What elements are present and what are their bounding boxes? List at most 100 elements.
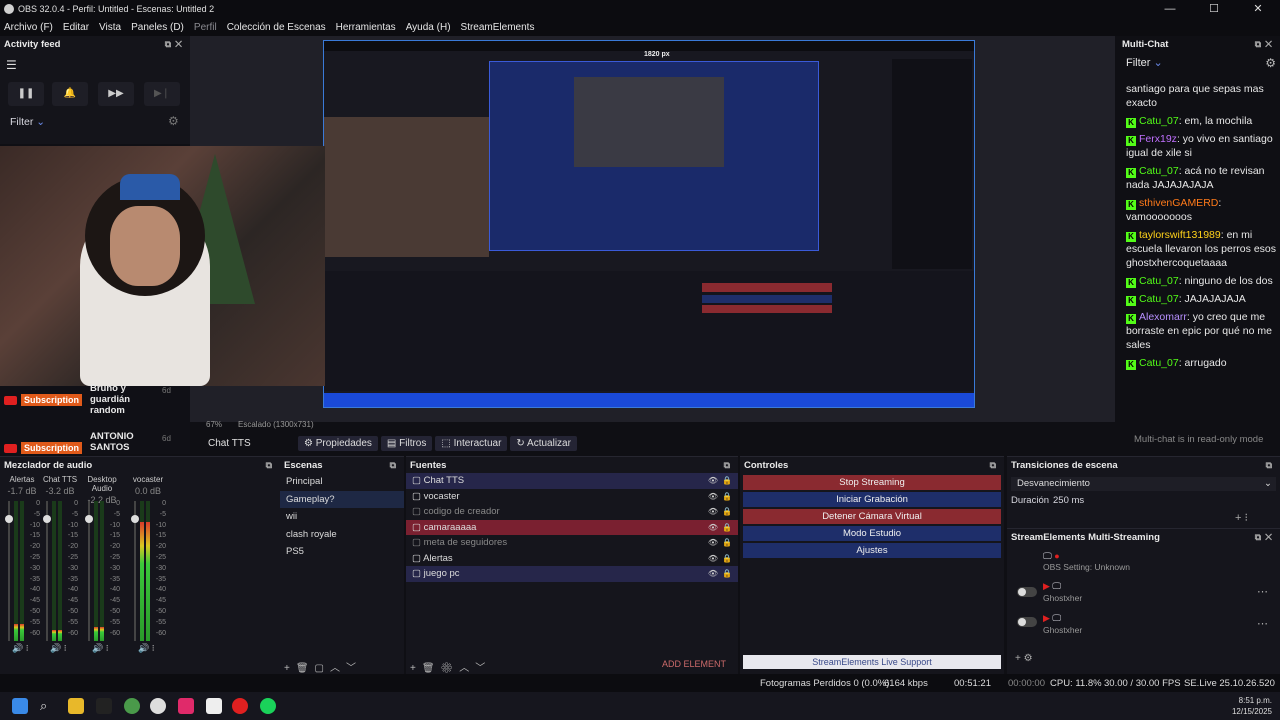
refresh-button[interactable]: ↻ Actualizar: [510, 435, 577, 451]
system-clock[interactable]: 8:51 p.m. 12/15/2025: [1232, 695, 1272, 717]
pause-button[interactable]: ❚❚: [8, 82, 44, 106]
search-icon[interactable]: ⌕: [40, 698, 56, 714]
transition-add-icon[interactable]: + ⁝: [1235, 511, 1248, 524]
menu-ayuda[interactable]: Ayuda (H): [406, 22, 451, 33]
add-element-button[interactable]: ADD ELEMENT: [662, 659, 726, 669]
scene-item[interactable]: clash royale: [280, 526, 404, 544]
dropped-frames: Fotogramas Perdidos 0 (0.0%): [760, 678, 890, 689]
visibility-icon[interactable]: 👁: [708, 535, 718, 551]
more-icon[interactable]: ⋯: [1257, 585, 1268, 598]
visibility-icon[interactable]: 👁: [708, 473, 718, 489]
scene-item[interactable]: Gameplay?: [280, 490, 404, 508]
maximize-button[interactable]: ☐: [1192, 0, 1236, 18]
lock-icon[interactable]: 🔒: [722, 504, 732, 520]
tiktok-icon[interactable]: [178, 698, 194, 714]
menu-vista[interactable]: Vista: [99, 22, 121, 33]
properties-button[interactable]: ⚙ Propiedades: [298, 435, 378, 451]
menu-paneles[interactable]: Paneles (D): [131, 22, 184, 33]
transition-select[interactable]: Desvanecimiento ⌄: [1011, 477, 1276, 491]
stream-toggle[interactable]: [1017, 617, 1037, 627]
hamburger-menu-icon[interactable]: ☰: [6, 58, 17, 72]
scale-label: Escalado (1300x731): [238, 420, 314, 429]
source-item[interactable]: ▢ meta de seguidores 👁 🔒: [406, 535, 738, 551]
stream-toggle[interactable]: [1017, 587, 1037, 597]
lock-icon[interactable]: 🔒: [722, 489, 732, 505]
control-button[interactable]: Iniciar Grabación: [743, 492, 1001, 507]
scene-item[interactable]: Principal: [280, 473, 404, 491]
channel-mute-icon[interactable]: 🔊 ⁝: [92, 643, 109, 654]
lock-icon[interactable]: 🔒: [722, 535, 732, 551]
fader-knob[interactable]: [85, 515, 93, 523]
lock-icon[interactable]: 🔒: [722, 520, 732, 536]
duration-field[interactable]: 250 ms: [1053, 495, 1084, 506]
scene-item[interactable]: wii: [280, 508, 404, 526]
app-icon[interactable]: [232, 698, 248, 714]
close-button[interactable]: ✕: [1236, 0, 1280, 18]
dock-controls-icon[interactable]: ⧉: [390, 460, 400, 471]
dock-controls-icon[interactable]: ⧉: [266, 460, 276, 471]
source-item[interactable]: ▢ Alertas 👁 🔒: [406, 551, 738, 567]
app-icon[interactable]: [96, 698, 112, 714]
source-item[interactable]: ▢ Chat TTS 👁 🔒: [406, 473, 738, 489]
dock-controls-icon[interactable]: ⧉✕: [1255, 39, 1276, 50]
display-capture[interactable]: 1820 px: [323, 40, 975, 408]
interact-button[interactable]: ⬚ Interactuar: [435, 435, 508, 451]
visibility-icon[interactable]: 👁: [708, 551, 718, 567]
menu-archivo[interactable]: Archivo (F): [4, 22, 53, 33]
dock-controls-icon[interactable]: ⧉: [1266, 460, 1276, 471]
obs-icon[interactable]: [150, 698, 166, 714]
source-name: Alertas: [423, 552, 453, 564]
file-explorer-icon[interactable]: [68, 698, 84, 714]
multistream-add-icon[interactable]: + ⚙: [1015, 653, 1033, 664]
dock-controls-icon[interactable]: ⧉✕: [1255, 532, 1276, 543]
fader-knob[interactable]: [131, 515, 139, 523]
menu-coleccion[interactable]: Colección de Escenas: [227, 22, 326, 33]
windows-start-icon[interactable]: [12, 698, 28, 714]
dock-controls-icon[interactable]: ⧉: [990, 460, 1000, 471]
menu-streamelements[interactable]: StreamElements: [461, 22, 535, 33]
scene-item[interactable]: PS5: [280, 543, 404, 561]
minimize-button[interactable]: —: [1148, 0, 1192, 18]
scene-toolbar[interactable]: +🗑▢︿﹀: [284, 659, 362, 674]
source-item[interactable]: ▢ juego pc 👁 🔒: [406, 566, 738, 582]
lock-icon[interactable]: 🔒: [722, 473, 732, 489]
live-support-button[interactable]: StreamElements Live Support: [743, 655, 1001, 669]
app-icon[interactable]: [206, 698, 222, 714]
visibility-icon[interactable]: 👁: [708, 520, 718, 536]
gear-icon[interactable]: ⚙: [1265, 56, 1276, 70]
control-button[interactable]: Stop Streaming: [743, 475, 1001, 490]
source-item[interactable]: ▢ codigo de creador 👁 🔒: [406, 504, 738, 520]
channel-mute-icon[interactable]: 🔊 ⁝: [12, 643, 29, 654]
control-button[interactable]: Ajustes: [743, 543, 1001, 558]
skip-button[interactable]: ▶▶: [98, 82, 134, 106]
filters-button[interactable]: ▤ Filtros: [380, 435, 433, 451]
bell-icon[interactable]: 🔔: [52, 82, 88, 106]
visibility-icon[interactable]: 👁: [708, 566, 718, 582]
volume-meter: [94, 501, 98, 641]
source-item[interactable]: ▢ camaraaaaa 👁 🔒: [406, 519, 738, 536]
fader-knob[interactable]: [43, 515, 51, 523]
lock-icon[interactable]: 🔒: [722, 551, 732, 567]
source-item[interactable]: ▢ vocaster 👁 🔒: [406, 489, 738, 505]
chrome-icon[interactable]: [124, 698, 140, 714]
spotify-icon[interactable]: [260, 698, 276, 714]
dock-controls-icon[interactable]: ⧉: [724, 460, 734, 471]
channel-mute-icon[interactable]: 🔊 ⁝: [50, 643, 67, 654]
fader-knob[interactable]: [5, 515, 13, 523]
menu-perfil[interactable]: Perfil: [194, 22, 217, 33]
control-button[interactable]: Detener Cámara Virtual: [743, 509, 1001, 524]
activity-filter[interactable]: Filter ⌄: [10, 116, 45, 128]
visibility-icon[interactable]: 👁: [708, 489, 718, 505]
chat-filter[interactable]: Filter ⌄: [1126, 56, 1163, 69]
skip-end-button[interactable]: ▶❘: [144, 82, 180, 106]
source-toolbar-buttons[interactable]: +🗑⚙︿﹀: [410, 659, 491, 674]
menu-editar[interactable]: Editar: [63, 22, 89, 33]
channel-mute-icon[interactable]: 🔊 ⁝: [138, 643, 155, 654]
more-icon[interactable]: ⋯: [1257, 617, 1268, 630]
control-button[interactable]: Modo Estudio: [743, 526, 1001, 541]
menu-herramientas[interactable]: Herramientas: [336, 22, 396, 33]
visibility-icon[interactable]: 👁: [708, 504, 718, 520]
dock-controls-icon[interactable]: ⧉✕: [165, 39, 186, 50]
lock-icon[interactable]: 🔒: [722, 566, 732, 582]
gear-icon[interactable]: ⚙: [168, 114, 179, 128]
